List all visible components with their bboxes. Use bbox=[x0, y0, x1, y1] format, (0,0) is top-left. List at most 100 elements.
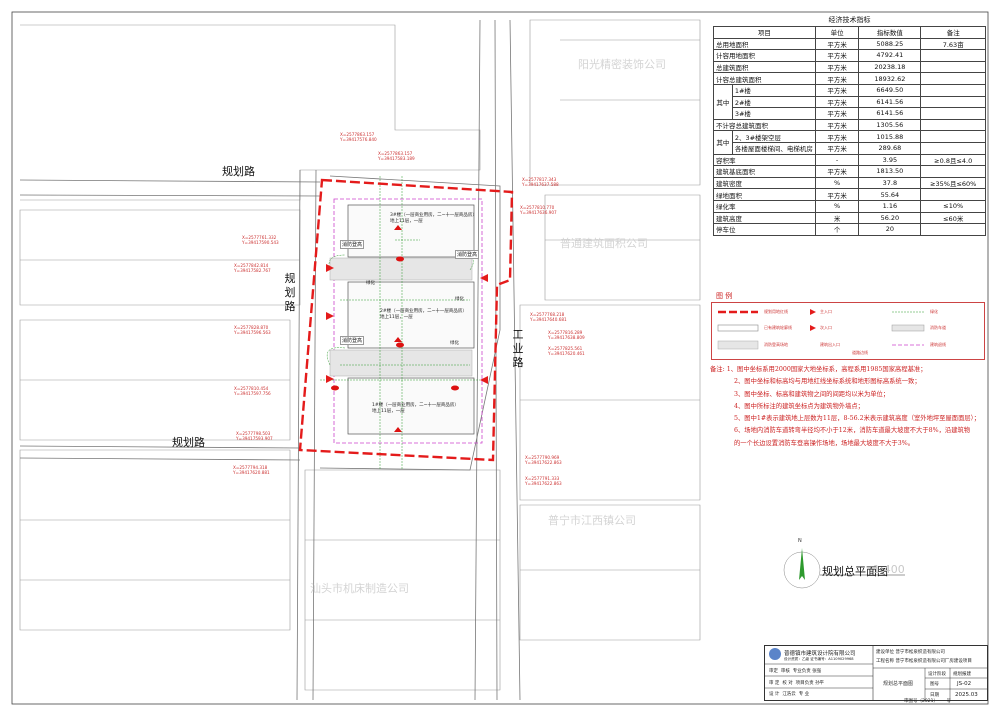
drawing-no: JS-02 bbox=[957, 681, 972, 687]
title-block: 普德镇市建筑设计院有限公司 设计资质：乙级 证书编号：A1109029968 审… bbox=[764, 645, 988, 701]
table-title: 经济技术指标 bbox=[828, 16, 871, 24]
coord-label: X=2577810.770 Y=39417636.907 bbox=[520, 205, 557, 215]
role-name: 孙平 bbox=[815, 681, 825, 686]
col-header: 项目 bbox=[713, 26, 816, 39]
project-value: 普宁市松泉织造有限公司厂房建设项目 bbox=[895, 659, 972, 664]
notes-lead: 备注: bbox=[710, 366, 725, 373]
col-header: 指标数值 bbox=[858, 26, 922, 39]
group-cell: 其中 bbox=[713, 83, 733, 120]
cell-note: ≥0.8且≤4.0 bbox=[920, 153, 986, 167]
cell-note bbox=[920, 130, 986, 143]
cell-value: 6141.56 bbox=[858, 107, 922, 120]
approval-suffix: 号 bbox=[946, 699, 952, 704]
cell-unit: 平方米 bbox=[814, 107, 860, 120]
legend-item: 已有建筑轮廓线 bbox=[764, 325, 792, 330]
neighbor-name: 普通建筑面积公司 bbox=[560, 237, 648, 250]
cell-value: 289.68 bbox=[858, 141, 922, 155]
table-row: 各楼屋面楼梯间、电梯机房 平方米 289.68 bbox=[714, 141, 986, 155]
neighbor-name: 阳光精密装饰公司 bbox=[578, 58, 666, 71]
cell-unit: % bbox=[814, 176, 860, 190]
table-row: 容积率 -3.95 ≥0.8且≤4.0 bbox=[713, 153, 986, 167]
cell-unit: 平方米 bbox=[814, 83, 860, 97]
role-label: 审定 bbox=[769, 669, 778, 674]
cell-unit: - bbox=[814, 153, 860, 167]
project-row: 工程名称 普宁市松泉织造有限公司厂房建设项目 bbox=[876, 658, 972, 664]
table-row: 绿化率% 1.16 ≤10% bbox=[713, 199, 986, 213]
cell-note bbox=[920, 83, 986, 97]
coord-label: X=2577816.289 Y=39417638.809 bbox=[548, 330, 585, 340]
cell-value: 55.64 bbox=[858, 188, 922, 201]
legend-item: 建筑退线 bbox=[930, 342, 946, 347]
coord-label: X=2577863.157 Y=39417576.840 bbox=[340, 132, 377, 142]
coord-label: X=2577810.454 Y=39417597.756 bbox=[234, 386, 271, 396]
cell-note bbox=[920, 165, 986, 178]
role-label: 审核 bbox=[780, 669, 790, 674]
cell-value: 3.95 bbox=[858, 153, 922, 167]
cell-unit: 平方米 bbox=[814, 130, 860, 143]
table-header-row: 项目 单位 指标数值 备注 bbox=[713, 26, 986, 39]
cell-note bbox=[920, 188, 986, 201]
role-label: 专业负责 bbox=[792, 669, 811, 674]
role-name: 江浩云 bbox=[782, 692, 796, 697]
cell-item: 2#楼 bbox=[731, 95, 816, 109]
cell-unit: 平方米 bbox=[814, 95, 860, 109]
role-label: 专 业 bbox=[798, 692, 810, 697]
table-row: 其中 1#楼 平方米 6649.50 bbox=[713, 83, 986, 120]
date-value: 2025.03 bbox=[955, 692, 978, 698]
cell-unit: 个 bbox=[814, 223, 860, 236]
cell-note: ≤60米 bbox=[920, 211, 986, 225]
building-note-1: 1#楼（一层商业用房，二~十一层商品房） 地上11层，一层 bbox=[372, 403, 459, 414]
cell-value: 6141.56 bbox=[858, 95, 922, 109]
green-label: 绿化 bbox=[366, 281, 375, 286]
cell-item: 绿化率 bbox=[713, 199, 816, 213]
legend-title: 图 例 bbox=[716, 292, 733, 300]
coord-label: X=2577794.318 Y=39417620.881 bbox=[233, 465, 270, 475]
cell-item: 停车位 bbox=[713, 223, 816, 236]
table-row: 2#楼 平方米 6141.56 bbox=[714, 95, 986, 109]
cell-note bbox=[920, 141, 986, 155]
fire-zone-label: 消防登高 bbox=[340, 336, 365, 345]
cell-value: 18932.62 bbox=[858, 72, 922, 85]
table-row: 停车位个 20 bbox=[713, 223, 986, 236]
cell-note bbox=[920, 107, 986, 120]
building-note-3: 3#楼（一层商业用房，二~十一层商品房） 地上11层，一层 bbox=[390, 213, 477, 224]
cell-value: 6649.50 bbox=[858, 83, 922, 97]
cell-unit: 平方米 bbox=[814, 118, 860, 132]
cell-value: 1305.56 bbox=[858, 118, 922, 132]
note-text: 的一个长边设置消防车登高操作场地，场地最大坡度不大于3%。 bbox=[734, 439, 915, 447]
neighbor-name: 普宁市江西镇公司 bbox=[548, 514, 636, 527]
building-note-2: 2#楼（一层商业用房，二~十一层商品房） 地上11层，一层 bbox=[380, 309, 467, 320]
fire-zone-label: 消防登高 bbox=[340, 240, 365, 249]
table-row: 其中 2、3#楼架空层 平方米 1015.88 bbox=[713, 130, 986, 155]
cell-note bbox=[920, 223, 986, 236]
cell-item: 总用地面积 bbox=[713, 37, 816, 51]
client-row: 建设单位 普宁市松泉织造有限公司 bbox=[876, 649, 945, 655]
notes-block: 备注: 1、图中坐标系用2000国家大地坐标系，高程系用1985国家高程基准； … bbox=[710, 364, 990, 450]
cell-unit: 平方米 bbox=[814, 72, 860, 85]
col-header: 备注 bbox=[920, 26, 986, 39]
note-text: 1、图中坐标系用2000国家大地坐标系，高程系用1985国家高程基准； bbox=[726, 366, 927, 373]
coord-label: X=2577825.561 Y=39417620.461 bbox=[548, 346, 585, 356]
cell-item: 容积率 bbox=[713, 153, 816, 167]
cell-unit: 平方米 bbox=[814, 37, 860, 51]
coord-label: X=2577761.332 Y=39417590.543 bbox=[242, 235, 279, 245]
approval-label: 审图号（2021） bbox=[904, 699, 938, 704]
cell-note: 7.63亩 bbox=[920, 37, 986, 51]
cell-note bbox=[920, 49, 986, 62]
cell-value: 5088.25 bbox=[858, 37, 922, 51]
role-label: 审 定 bbox=[769, 681, 780, 686]
coord-label: X=2577791.333 Y=39417622.863 bbox=[525, 476, 562, 486]
cell-item: 1#楼 bbox=[731, 83, 816, 97]
cell-item: 建筑基底面积 bbox=[713, 165, 816, 178]
cell-item: 计容总建筑面积 bbox=[713, 72, 816, 85]
legend-item: 建筑出入口 bbox=[820, 342, 840, 347]
cell-item: 3#楼 bbox=[731, 107, 816, 120]
approval-no: 审图号（2021） 号 bbox=[904, 698, 951, 704]
company-cert: 设计资质：乙级 证书编号：A1109029968 bbox=[784, 657, 854, 661]
role-label: 校 对 bbox=[782, 681, 793, 686]
legend-box: 规划用地红线 已有建筑轮廓线 消防登高场地 主入口 次入口 建筑出入口 绿化 消… bbox=[711, 302, 985, 360]
note-text: 2、图中坐标和标高均与用地红线坐标系统和地形图标高系统一致； bbox=[734, 378, 921, 386]
table-row: 总用地面积 平方米 5088.25 7.63亩 bbox=[713, 37, 986, 51]
table-row: 建筑密度% 37.8 ≥35%且≤60% bbox=[713, 176, 986, 190]
coord-label: X=2577828.870 Y=39417596.563 bbox=[234, 325, 271, 335]
